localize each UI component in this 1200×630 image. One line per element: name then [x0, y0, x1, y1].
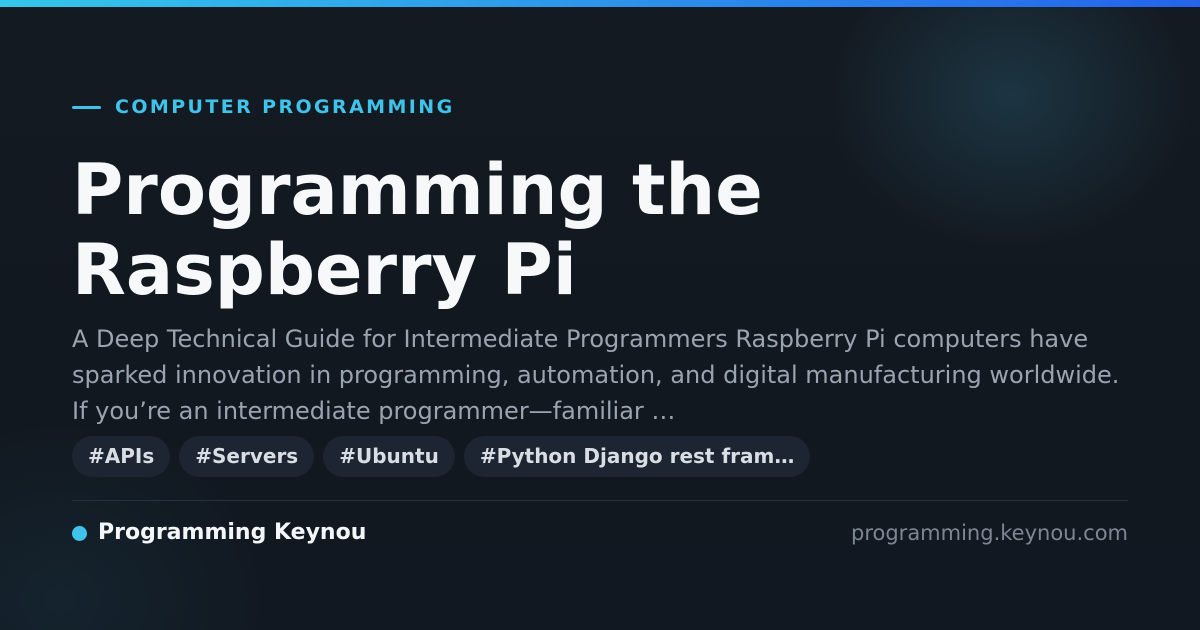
brand-name: Programming Keynou — [98, 520, 367, 545]
category-eyebrow: COMPUTER PROGRAMMING — [72, 94, 455, 120]
tag-pill: #Servers — [179, 436, 315, 477]
category-label: COMPUTER PROGRAMMING — [115, 96, 455, 118]
tag-pill: #Python Django rest fram… — [463, 436, 811, 477]
title-line-2: Raspberry Pi — [72, 229, 577, 311]
top-gradient-bar — [0, 0, 1200, 7]
title-line-1: Programming the — [72, 149, 763, 231]
eyebrow-dash — [72, 105, 101, 109]
og-card: COMPUTER PROGRAMMING Programming the Ras… — [0, 0, 1200, 630]
tag-pill: #APIs — [72, 436, 171, 477]
article-description: A Deep Technical Guide for Intermediate … — [72, 325, 1120, 425]
brand-dot-icon — [72, 525, 87, 541]
site-url: programming.keynou.com — [851, 521, 1128, 545]
article-title: Programming the Raspberry Pi — [72, 150, 1132, 310]
brand: Programming Keynou — [72, 518, 366, 548]
footer-divider — [72, 500, 1128, 501]
tag-list: #APIs #Servers #Ubuntu #Python Django re… — [72, 436, 811, 477]
tag-pill: #Ubuntu — [323, 436, 455, 477]
